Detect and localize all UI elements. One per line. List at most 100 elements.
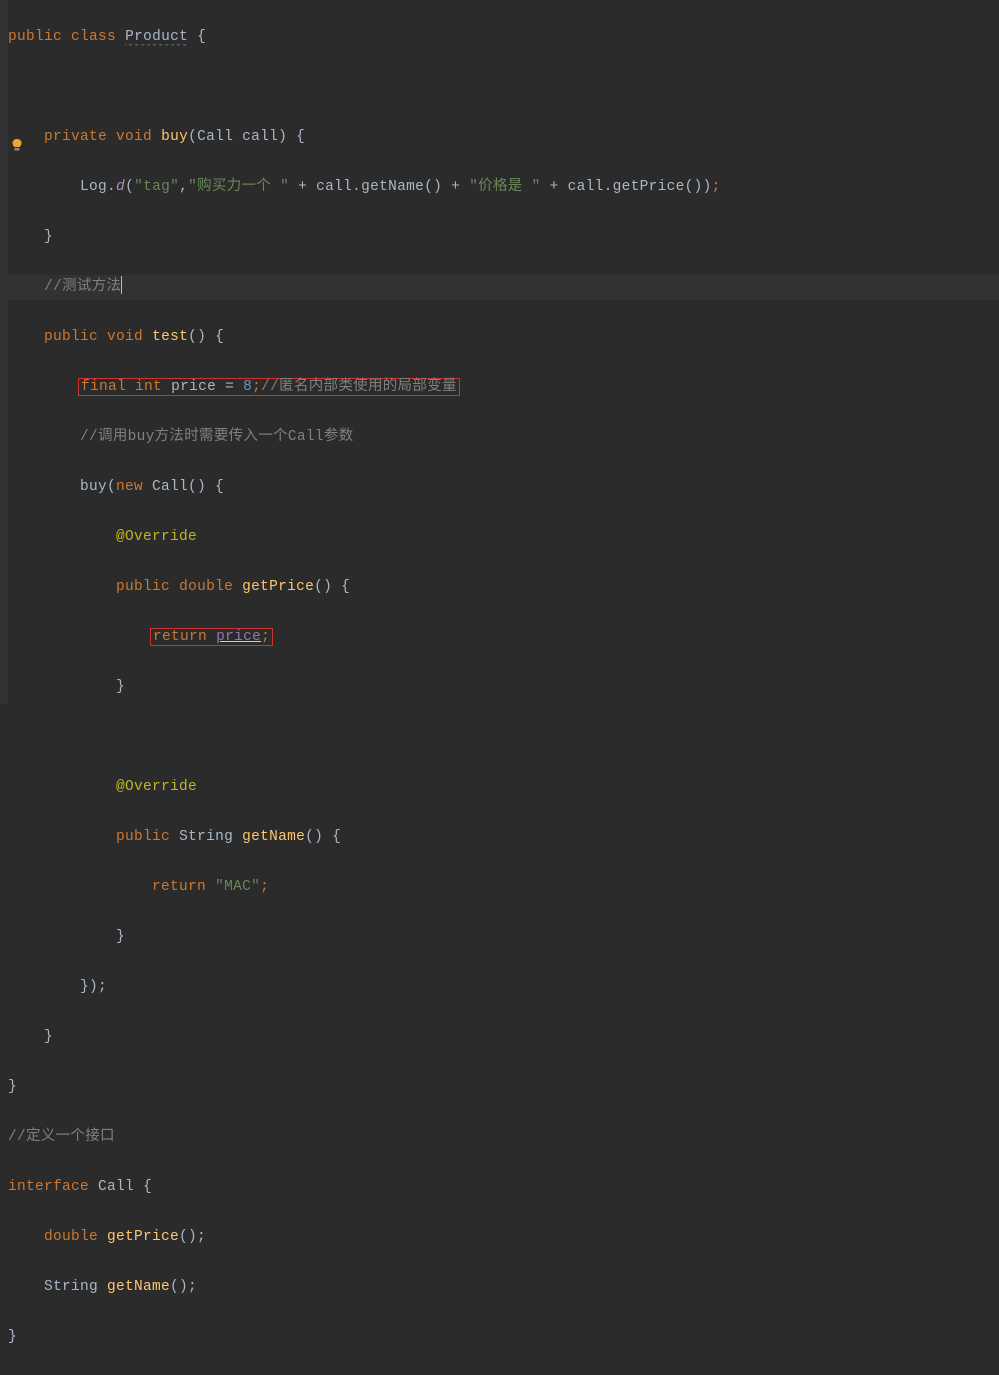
- operator: +: [289, 179, 316, 195]
- code-line[interactable]: //定义一个接口: [8, 1125, 999, 1150]
- code-line[interactable]: Log.d("tag","购买力一个 " + call.getName() + …: [8, 175, 999, 200]
- keyword: class: [71, 29, 116, 45]
- intention-bulb-icon[interactable]: [11, 138, 23, 150]
- code-line[interactable]: }: [8, 1075, 999, 1100]
- keyword: public: [8, 29, 62, 45]
- signature: () {: [314, 579, 350, 595]
- signature: () {: [188, 329, 224, 345]
- semicolon: ;: [260, 879, 269, 895]
- brace: }: [116, 679, 125, 695]
- annotation: @Override: [116, 779, 197, 795]
- keyword: void: [107, 329, 143, 345]
- semicolon: ;: [261, 629, 270, 645]
- space: [207, 629, 216, 645]
- code-line[interactable]: }: [8, 1325, 999, 1350]
- dot: .: [107, 179, 116, 195]
- comment: //定义一个接口: [8, 1129, 115, 1145]
- code-line[interactable]: }: [8, 675, 999, 700]
- string: "购买力一个 ": [188, 179, 289, 195]
- comment: //测试方法: [44, 279, 121, 295]
- comment: //匿名内部类使用的局部变量: [261, 379, 457, 395]
- brace: }: [8, 1079, 17, 1095]
- text-caret: [121, 276, 122, 294]
- semicolon: ;: [712, 179, 721, 195]
- brace: }: [44, 229, 53, 245]
- call: call.getName(): [316, 179, 442, 195]
- method-name: getName: [242, 829, 305, 845]
- code-line[interactable]: String getName();: [8, 1275, 999, 1300]
- code-line[interactable]: @Override: [8, 525, 999, 550]
- code-line[interactable]: }: [8, 1025, 999, 1050]
- keyword: int: [135, 379, 162, 395]
- method-name: buy: [161, 129, 188, 145]
- keyword: void: [116, 129, 152, 145]
- code-line[interactable]: });: [8, 975, 999, 1000]
- keyword: return: [153, 629, 207, 645]
- space: [206, 879, 215, 895]
- string: "价格是 ": [469, 179, 540, 195]
- method-name: getName: [107, 1279, 170, 1295]
- code-editor[interactable]: public class Product { private void buy(…: [8, 0, 999, 1375]
- signature: (Call call) {: [188, 129, 305, 145]
- identifier: Log: [80, 179, 107, 195]
- comma: ,: [179, 179, 188, 195]
- operator: +: [541, 179, 568, 195]
- code-line[interactable]: public void test() {: [8, 325, 999, 350]
- class-name: Product: [125, 29, 188, 46]
- keyword: public: [116, 579, 170, 595]
- keyword: double: [179, 579, 233, 595]
- signature: () {: [305, 829, 341, 845]
- highlight-box: final int price = 8;//匿名内部类使用的局部变量: [78, 378, 460, 396]
- keyword: public: [44, 329, 98, 345]
- keyword: final: [81, 379, 126, 395]
- code-line[interactable]: return "MAC";: [8, 875, 999, 900]
- code-line[interactable]: [8, 75, 999, 100]
- code-line[interactable]: public double getPrice() {: [8, 575, 999, 600]
- method-name: getPrice: [98, 1229, 179, 1245]
- code-line[interactable]: [8, 725, 999, 750]
- code-line[interactable]: double getPrice();: [8, 1225, 999, 1250]
- method-name: test: [152, 329, 188, 345]
- code-line-active[interactable]: //测试方法: [8, 275, 999, 300]
- type: String: [179, 829, 233, 845]
- code-line[interactable]: private void buy(Call call) {: [8, 125, 999, 150]
- class-name: Call {: [89, 1179, 152, 1195]
- code-line[interactable]: }: [8, 225, 999, 250]
- highlight-box: return price;: [150, 628, 273, 646]
- static-method: d: [116, 179, 125, 195]
- string: "MAC": [215, 879, 260, 895]
- code-line[interactable]: final int price = 8;//匿名内部类使用的局部变量: [8, 375, 999, 400]
- keyword: interface: [8, 1179, 89, 1195]
- code-line[interactable]: interface Call {: [8, 1175, 999, 1200]
- keyword: double: [44, 1229, 98, 1245]
- keyword: return: [152, 879, 206, 895]
- paren: (: [125, 179, 134, 195]
- brace: });: [80, 979, 107, 995]
- brace: }: [44, 1029, 53, 1045]
- annotation: @Override: [116, 529, 197, 545]
- brace: {: [188, 29, 206, 45]
- code-line[interactable]: return price;: [8, 625, 999, 650]
- semicolon: ;: [252, 379, 261, 395]
- code-line[interactable]: public class Product {: [8, 25, 999, 50]
- code-line[interactable]: public String getName() {: [8, 825, 999, 850]
- keyword: private: [44, 129, 107, 145]
- code-line[interactable]: buy(new Call() {: [8, 475, 999, 500]
- signature: ();: [170, 1279, 197, 1295]
- variable: price: [171, 379, 216, 395]
- call: call.getPrice()): [568, 179, 712, 195]
- keyword: public: [116, 829, 170, 845]
- operator: =: [216, 379, 243, 395]
- type: String: [44, 1279, 107, 1295]
- code-line[interactable]: }: [8, 925, 999, 950]
- string: "tag": [134, 179, 179, 195]
- number: 8: [243, 379, 252, 395]
- editor-gutter: [0, 0, 8, 704]
- code-line[interactable]: //调用buy方法时需要传入一个Call参数: [8, 425, 999, 450]
- code-line[interactable]: @Override: [8, 775, 999, 800]
- method-name: getPrice: [242, 579, 314, 595]
- brace: }: [8, 1329, 17, 1345]
- variable: price: [216, 629, 261, 645]
- brace: }: [116, 929, 125, 945]
- keyword: new: [116, 479, 143, 495]
